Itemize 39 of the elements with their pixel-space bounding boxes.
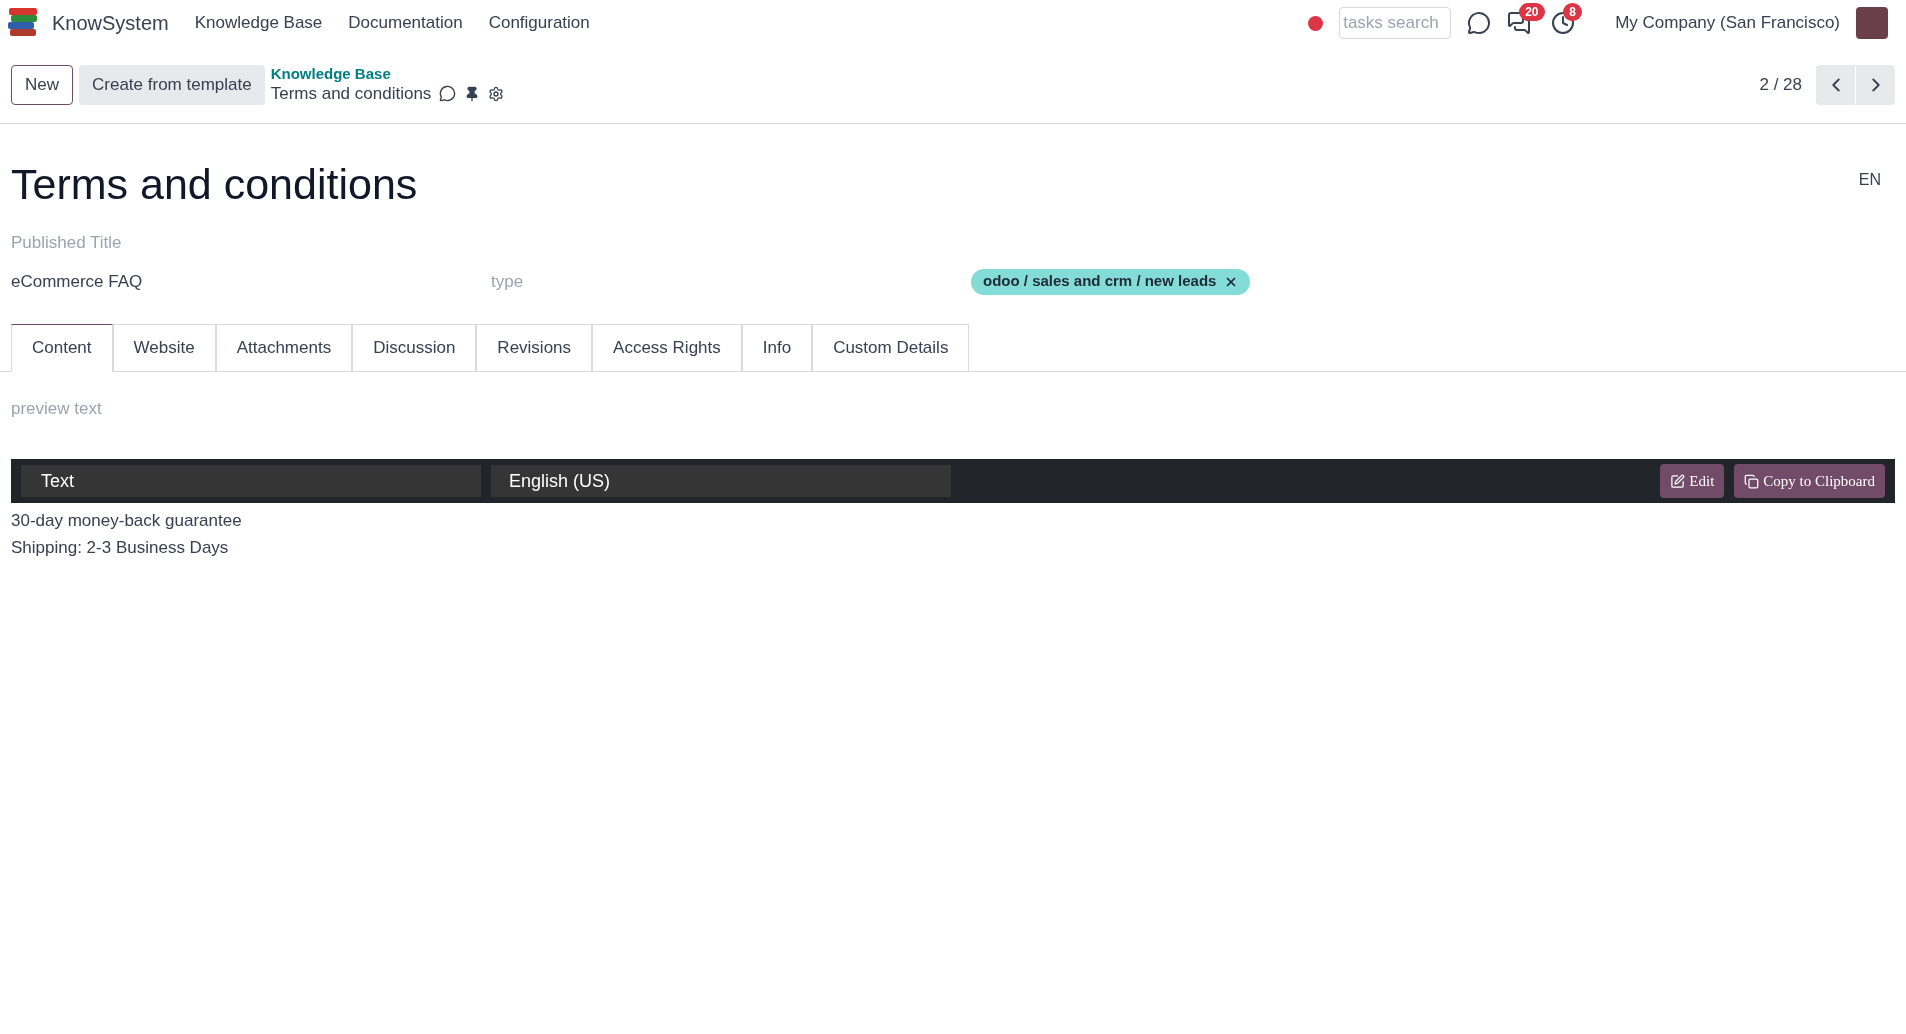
- toolbar-button[interactable]: New: [11, 64, 73, 105]
- editor-button[interactable]: Copy to Clipboard: [1734, 464, 1885, 498]
- edit-icon: [1670, 473, 1686, 489]
- app-name[interactable]: KnowSystem: [52, 8, 169, 38]
- tab[interactable]: Info: [741, 323, 813, 372]
- section-field[interactable]: eCommerce FAQ: [11, 268, 491, 295]
- language-code-link[interactable]: EN: [1858, 168, 1881, 192]
- menu-item[interactable]: Configuration: [488, 10, 590, 36]
- editor-button[interactable]: Edit: [1660, 464, 1725, 498]
- record-name: Terms and conditions: [270, 83, 432, 105]
- notification-badge: 8: [1563, 3, 1582, 21]
- chat-bubble-icon[interactable]: [1467, 11, 1492, 35]
- search-field[interactable]: tasks search: [1339, 7, 1452, 39]
- tab[interactable]: Access Rights: [592, 323, 742, 372]
- style-select[interactable]: Text: [21, 465, 481, 497]
- menu-item[interactable]: Documentation: [348, 10, 463, 36]
- tag-chip: odoo / sales and crm / new leads: [971, 268, 1251, 295]
- tab[interactable]: Content: [11, 323, 113, 372]
- menu-item[interactable]: Knowledge Base: [194, 10, 323, 36]
- copy-icon: [1744, 473, 1760, 489]
- settings-icon[interactable]: [488, 85, 505, 102]
- language-select[interactable]: English (US): [491, 465, 951, 497]
- toolbar-button[interactable]: Create from template: [79, 64, 265, 105]
- books-logo-icon: [6, 7, 40, 39]
- tab[interactable]: Discussion: [352, 323, 477, 372]
- content-line: Shipping: 2-3 Business Days: [11, 537, 230, 559]
- breadcrumb-link[interactable]: Knowledge Base: [270, 64, 505, 84]
- content-line: 30-day money-back guarantee: [11, 510, 243, 532]
- company-switcher[interactable]: My Company (San Francisco): [1615, 10, 1840, 36]
- tab[interactable]: Revisions: [476, 323, 593, 372]
- tab[interactable]: Attachments: [215, 323, 353, 372]
- previous-button[interactable]: [1816, 64, 1855, 105]
- chat-bubble-icon[interactable]: [439, 85, 457, 103]
- tab[interactable]: Custom Details: [812, 323, 970, 372]
- record-title: Terms and conditions: [11, 159, 418, 210]
- notification-badge: 20: [1519, 3, 1545, 21]
- tab[interactable]: Website: [112, 323, 216, 372]
- next-button[interactable]: [1856, 64, 1895, 105]
- pager-value: 2 / 28: [1759, 73, 1802, 96]
